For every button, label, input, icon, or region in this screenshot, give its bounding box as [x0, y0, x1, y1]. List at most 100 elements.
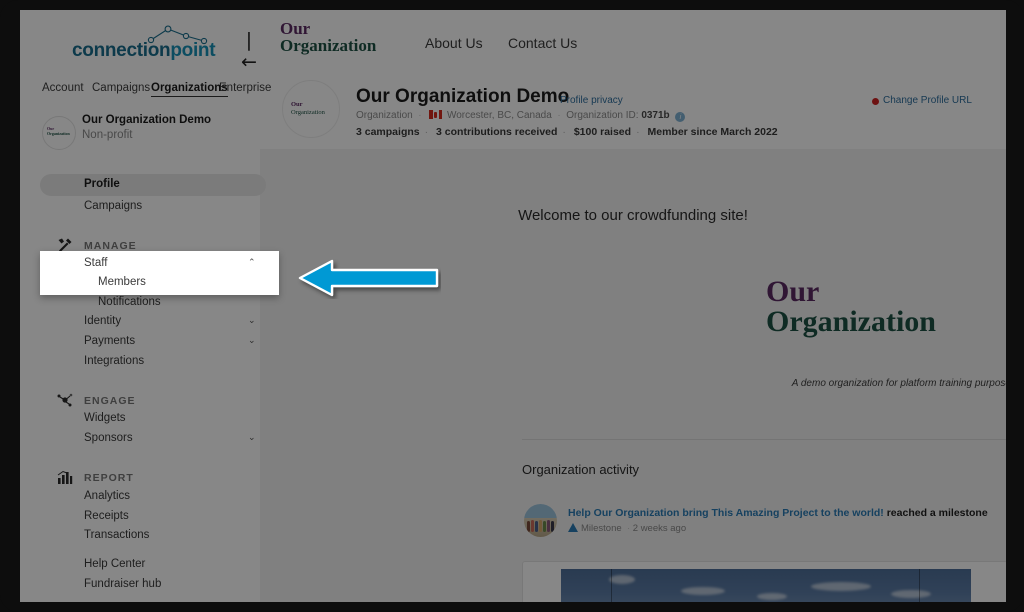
sidebar-item-payments[interactable]: Payments ⌄ — [20, 335, 260, 355]
logo-part-two: point — [170, 40, 216, 61]
app-screen: connectionpoint |← Account Campaigns Org… — [20, 10, 1006, 602]
info-icon[interactable]: i — [675, 112, 686, 122]
sidebar-item-label: Widgets — [84, 412, 126, 424]
image-panel-edge — [611, 569, 612, 602]
avatar-line-one: Our — [291, 101, 303, 108]
highlighted-menu-group: Staff ⌃ Members — [40, 251, 279, 295]
sidebar-item-widgets[interactable]: Widgets — [20, 412, 260, 432]
people-photo — [527, 519, 554, 532]
sidebar-item-label: Help Center — [84, 558, 146, 570]
image-panel-edge — [919, 569, 920, 602]
section-label: REPORT — [84, 472, 134, 484]
sidebar-item-fundraiser-hub[interactable]: Fundraiser hub — [20, 578, 260, 598]
profile-avatar: Our Organization — [282, 80, 340, 138]
site-nav-contact-us[interactable]: Contact Us — [508, 35, 577, 51]
topnav-account[interactable]: Account — [42, 82, 84, 94]
sidebar-item-identity[interactable]: Identity ⌄ — [20, 315, 260, 335]
chevron-down-icon: ⌄ — [248, 316, 256, 326]
welcome-heading: Welcome to our crowdfunding site! — [518, 207, 748, 224]
annotation-arrow — [298, 259, 439, 297]
activity-avatar — [524, 504, 557, 537]
app-logo[interactable]: connectionpoint — [20, 22, 260, 66]
left-pointing-arrow-shape — [298, 259, 439, 297]
site-logo[interactable]: Our Organization — [280, 20, 376, 54]
highlight-members-label[interactable]: Members — [98, 276, 146, 288]
sidebar-item-profile[interactable]: Profile — [20, 178, 260, 198]
profile-meta-line: Organization · Worcester, BC, Canada · O… — [356, 110, 686, 122]
sidebar-item-label: Profile — [84, 178, 120, 190]
sidebar-org-summary[interactable]: Our Organization Our Organization Demo No… — [20, 114, 260, 154]
sidebar-item-label: Identity — [84, 315, 122, 327]
engage-network-icon — [57, 393, 73, 407]
site-nav-about-us[interactable]: About Us — [425, 35, 483, 51]
wordmark-line-one: Our — [766, 275, 820, 308]
sidebar-section-report: REPORT — [20, 470, 260, 490]
wordmark-line-two: Organization — [766, 305, 936, 338]
activity-campaign-link[interactable]: Help Our Organization bring This Amazing… — [568, 507, 884, 519]
card-image — [561, 569, 971, 602]
sidebar-item-help-center[interactable]: Help Center — [20, 558, 260, 578]
sidebar-item-label: Sponsors — [84, 432, 133, 444]
top-nav: Account Campaigns Organizations Enterpri… — [20, 76, 271, 106]
device-frame: connectionpoint |← Account Campaigns Org… — [0, 0, 1024, 612]
page-title: Our Organization Demo — [356, 86, 570, 107]
site-logo-line-two: Organization — [280, 36, 377, 55]
topnav-organizations[interactable]: Organizations — [151, 82, 228, 97]
sidebar-org-name: Our Organization Demo — [82, 114, 212, 126]
sidebar-item-label: Campaigns — [84, 200, 143, 212]
stat-campaigns: 3 campaigns — [356, 126, 420, 138]
stat-raised: $100 raised — [573, 126, 632, 138]
sidebar: connectionpoint |← Account Campaigns Org… — [20, 10, 271, 602]
avatar-line-two: Organization — [291, 109, 325, 116]
sidebar-item-sponsors[interactable]: Sponsors ⌄ — [20, 432, 260, 452]
topnav-enterprise[interactable]: Enterprise — [219, 82, 271, 94]
sidebar-item-integrations[interactable]: Integrations — [20, 355, 260, 375]
app-logo-text: connectionpoint — [72, 40, 216, 62]
activity-type: Milestone — [581, 523, 622, 534]
thumb-line-two: Organization — [47, 131, 70, 136]
milestone-icon — [568, 523, 578, 532]
activity-action: reached a milestone — [883, 507, 988, 519]
profile-body: Welcome to our crowdfunding site! Our Or… — [260, 149, 1006, 602]
sidebar-item-analytics[interactable]: Analytics — [20, 490, 260, 510]
sidebar-item-label: Analytics — [84, 490, 131, 502]
sidebar-item-receipts[interactable]: Receipts — [20, 510, 260, 530]
activity-section-title: Organization activity — [522, 462, 640, 477]
activity-time: 2 weeks ago — [632, 523, 687, 534]
highlight-staff-label[interactable]: Staff — [84, 257, 107, 269]
profile-id-label: Organization ID: — [566, 110, 639, 121]
organization-tagline: A demo organization for platform trainin… — [791, 378, 1006, 389]
canada-flag-icon — [429, 110, 443, 119]
site-logo-line-one: Our — [280, 19, 311, 38]
chevron-down-icon: ⌄ — [248, 336, 256, 346]
main-content: Our Organization About Us Contact Us Our… — [260, 10, 1006, 602]
profile-privacy-link[interactable]: Profile privacy — [560, 95, 623, 106]
change-profile-url-link[interactable]: Change Profile URL — [883, 95, 972, 106]
sidebar-item-campaigns[interactable]: Campaigns — [20, 200, 260, 220]
public-site-header: Our Organization About Us Contact Us — [260, 10, 1006, 68]
bar-chart-icon — [57, 470, 73, 484]
sidebar-item-label: Receipts — [84, 510, 129, 522]
activity-meta: Milestone · 2 weeks ago — [568, 523, 686, 534]
sidebar-item-label: Fundraiser hub — [84, 578, 162, 590]
sidebar-org-type: Non-profit — [82, 129, 133, 141]
sidebar-item-label: Payments — [84, 335, 136, 347]
activity-card[interactable] — [522, 561, 1006, 602]
profile-type: Organization — [356, 110, 413, 121]
section-label: ENGAGE — [84, 395, 136, 407]
profile-location: Worcester, BC, Canada — [446, 110, 552, 121]
profile-id-value: 0371b — [641, 110, 670, 121]
status-dot — [872, 98, 879, 105]
sidebar-org-thumbnail: Our Organization — [42, 116, 76, 150]
collapse-sidebar-icon[interactable]: |← — [238, 29, 260, 73]
chevron-up-icon: ⌃ — [248, 258, 256, 268]
sidebar-item-label: Integrations — [84, 355, 145, 367]
chevron-down-icon: ⌄ — [248, 433, 256, 443]
profile-stats: 3 campaigns · 3 contributions received · $… — [356, 126, 778, 138]
section-divider — [522, 439, 1006, 440]
sidebar-item-transactions[interactable]: Transactions — [20, 529, 260, 549]
topnav-campaigns[interactable]: Campaigns — [92, 82, 150, 94]
activity-text: Help Our Organization bring This Amazing… — [568, 507, 988, 519]
sidebar-item-notifications[interactable]: Notifications — [20, 296, 260, 316]
logo-part-one: connection — [72, 40, 171, 61]
